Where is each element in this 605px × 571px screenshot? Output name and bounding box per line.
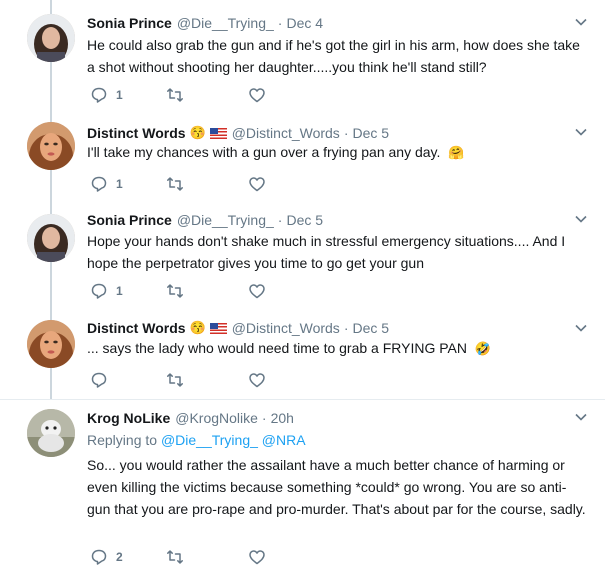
chevron-down-icon[interactable]: [575, 413, 587, 421]
tweet-date[interactable]: Dec 5: [352, 124, 389, 142]
like-icon: [249, 177, 265, 192]
rolling-laughing-emoji: 🤣: [474, 341, 492, 356]
separator-dot: ·: [277, 15, 283, 31]
reply-icon: [91, 549, 107, 565]
retweet-icon: [167, 284, 183, 298]
reply-count: 1: [116, 177, 123, 191]
reply-icon: [91, 372, 107, 388]
like-icon: [249, 88, 265, 103]
like-icon: [249, 373, 265, 388]
display-name[interactable]: Sonia Prince: [87, 211, 172, 229]
tweet[interactable]: Distinct Words 😚 @Distinct_Words · Dec 5…: [0, 308, 605, 400]
separator-dot: ·: [343, 125, 349, 141]
like-button[interactable]: [248, 548, 266, 566]
reply-icon: [91, 176, 107, 192]
us-flag-icon: [209, 127, 227, 139]
user-handle[interactable]: @Distinct_Words: [232, 319, 340, 337]
user-handle[interactable]: @Die__Trying_: [177, 211, 274, 229]
display-name[interactable]: Sonia Prince: [87, 14, 172, 32]
user-handle[interactable]: @Distinct_Words: [232, 124, 340, 142]
kissing-face-emoji: 😚: [189, 320, 206, 335]
tweet-text: Hope your hands don't shake much in stre…: [87, 233, 566, 271]
separator-dot: ·: [343, 320, 349, 336]
retweet-button[interactable]: [166, 548, 184, 566]
avatar[interactable]: [27, 122, 75, 170]
retweet-icon: [167, 177, 183, 191]
replying-to-label: Replying to: [87, 432, 158, 448]
chevron-down-icon[interactable]: [575, 128, 587, 136]
tweet-text: ... says the lady who would need time to…: [87, 340, 467, 356]
retweet-icon: [167, 550, 183, 564]
reply-count: 2: [116, 550, 123, 564]
chevron-down-icon[interactable]: [575, 18, 587, 26]
tweet-text: He could also grab the gun and if he's g…: [87, 37, 580, 75]
tweet[interactable]: Krog NoLike @KrogNolike · 20h Replying t…: [0, 400, 605, 571]
replying-to: Replying to @Die__Trying_ @NRA: [87, 431, 306, 449]
mention-link[interactable]: @Die__Trying_: [161, 432, 258, 448]
retweet-button[interactable]: [166, 282, 184, 300]
separator-dot: ·: [277, 212, 283, 228]
tweet-text-container: I'll take my chances with a gun over a f…: [87, 141, 587, 163]
tweet[interactable]: Sonia Prince @Die__Trying_ · Dec 4 He co…: [0, 0, 605, 112]
retweet-icon: [167, 373, 183, 387]
hugging-face-emoji: 🤗: [448, 145, 465, 160]
like-button[interactable]: [248, 282, 266, 300]
reply-count: 1: [116, 284, 123, 298]
avatar[interactable]: [27, 214, 75, 262]
mention-link[interactable]: @NRA: [262, 432, 306, 448]
retweet-button[interactable]: [166, 371, 184, 389]
reply-button[interactable]: [90, 371, 108, 389]
tweet-date[interactable]: Dec 5: [286, 211, 323, 229]
reply-button[interactable]: 1: [90, 282, 123, 300]
like-button[interactable]: [248, 175, 266, 193]
like-button[interactable]: [248, 86, 266, 104]
reply-count: 1: [116, 88, 123, 102]
tweet[interactable]: Sonia Prince @Die__Trying_ · Dec 5 Hope …: [0, 208, 605, 308]
like-icon: [249, 550, 265, 565]
tweet-date[interactable]: 20h: [271, 409, 294, 427]
kissing-face-emoji: 😚: [189, 125, 206, 140]
tweet-text-container: ... says the lady who would need time to…: [87, 337, 587, 359]
reply-button[interactable]: 1: [90, 86, 123, 104]
reply-icon: [91, 87, 107, 103]
tweet-date[interactable]: Dec 5: [352, 319, 389, 337]
reply-button[interactable]: 2: [90, 548, 123, 566]
chevron-down-icon[interactable]: [575, 215, 587, 223]
tweet[interactable]: Distinct Words 😚 @Distinct_Words · Dec 5…: [0, 112, 605, 208]
like-icon: [249, 284, 265, 299]
us-flag-icon: [209, 322, 227, 334]
display-name[interactable]: Distinct Words: [87, 319, 186, 337]
reply-icon: [91, 283, 107, 299]
separator-dot: ·: [261, 410, 267, 426]
retweet-icon: [167, 88, 183, 102]
display-name[interactable]: Krog NoLike: [87, 409, 170, 427]
like-button[interactable]: [248, 371, 266, 389]
user-handle[interactable]: @Die__Trying_: [177, 14, 274, 32]
retweet-button[interactable]: [166, 175, 184, 193]
tweet-text: I'll take my chances with a gun over a f…: [87, 144, 441, 160]
chevron-down-icon[interactable]: [575, 324, 587, 332]
reply-button[interactable]: 1: [90, 175, 123, 193]
avatar[interactable]: [27, 409, 75, 457]
avatar[interactable]: [27, 14, 75, 62]
retweet-button[interactable]: [166, 86, 184, 104]
tweet-text: So... you would rather the assailant hav…: [87, 457, 586, 517]
tweet-date[interactable]: Dec 4: [286, 14, 323, 32]
user-handle[interactable]: @KrogNolike: [175, 409, 258, 427]
display-name[interactable]: Distinct Words: [87, 124, 186, 142]
avatar[interactable]: [27, 320, 75, 368]
